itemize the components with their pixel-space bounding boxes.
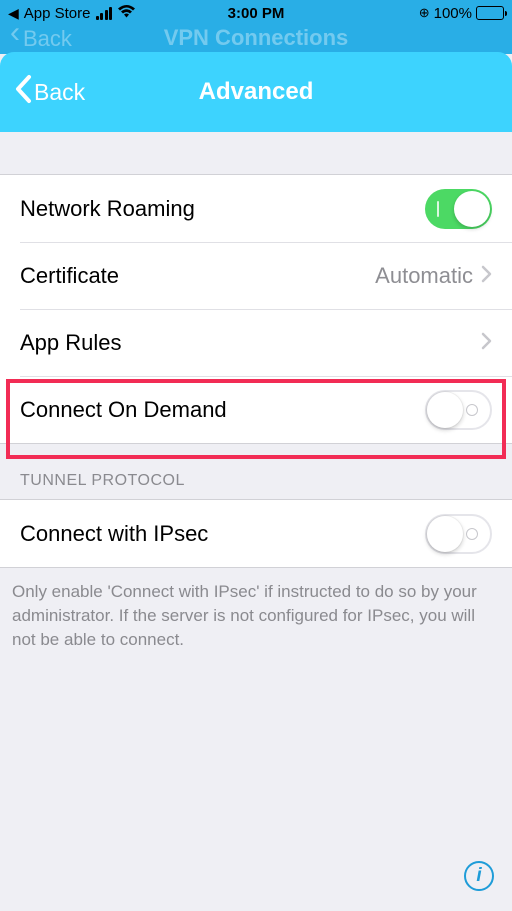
settings-group-main: Network Roaming Certificate Automatic Ap…: [0, 174, 512, 444]
back-button[interactable]: Back: [14, 74, 85, 110]
background-back-label: Back: [23, 26, 72, 52]
row-network-roaming[interactable]: Network Roaming: [0, 175, 512, 242]
orientation-lock-icon: ⊕: [419, 5, 430, 21]
toggle-connect-on-demand[interactable]: [425, 390, 492, 430]
row-app-rules[interactable]: App Rules: [0, 309, 512, 376]
nav-header: Back Advanced: [0, 52, 512, 132]
section-header-tunnel: TUNNEL PROTOCOL: [0, 444, 512, 499]
footer-note-ipsec: Only enable 'Connect with IPsec' if inst…: [0, 568, 512, 660]
status-time: 3:00 PM: [228, 5, 285, 22]
row-label: Connect with IPsec: [20, 521, 208, 547]
row-connect-on-demand[interactable]: Connect On Demand: [0, 376, 512, 443]
row-label: Network Roaming: [20, 196, 195, 222]
settings-group-tunnel: Connect with IPsec: [0, 499, 512, 568]
chevron-right-icon: [481, 330, 492, 356]
chevron-left-icon: ‹: [10, 23, 20, 43]
info-button[interactable]: i: [464, 861, 494, 891]
battery-icon: [476, 6, 504, 20]
info-icon: i: [476, 865, 481, 887]
chevron-left-icon: [14, 74, 32, 110]
status-right: ⊕ 100%: [419, 5, 504, 22]
wifi-icon: [117, 4, 136, 22]
cellular-signal-icon: [96, 7, 113, 20]
status-left: ◀ App Store: [8, 4, 136, 22]
background-nav: ‹ Back VPN Connections: [0, 26, 512, 54]
row-label: Certificate: [20, 263, 119, 289]
status-app-return[interactable]: App Store: [24, 5, 91, 22]
row-label: App Rules: [20, 330, 122, 356]
toggle-network-roaming[interactable]: [425, 189, 492, 229]
page-title: Advanced: [199, 78, 314, 106]
background-title: VPN Connections: [164, 25, 349, 51]
row-connect-ipsec[interactable]: Connect with IPsec: [0, 500, 512, 567]
battery-percent: 100%: [434, 5, 472, 22]
toggle-connect-ipsec[interactable]: [425, 514, 492, 554]
status-bar: ◀ App Store 3:00 PM ⊕ 100%: [0, 0, 512, 26]
back-label: Back: [34, 79, 85, 106]
row-certificate[interactable]: Certificate Automatic: [0, 242, 512, 309]
chevron-right-icon: [481, 263, 492, 289]
row-label: Connect On Demand: [20, 397, 227, 423]
certificate-value: Automatic: [375, 263, 473, 289]
